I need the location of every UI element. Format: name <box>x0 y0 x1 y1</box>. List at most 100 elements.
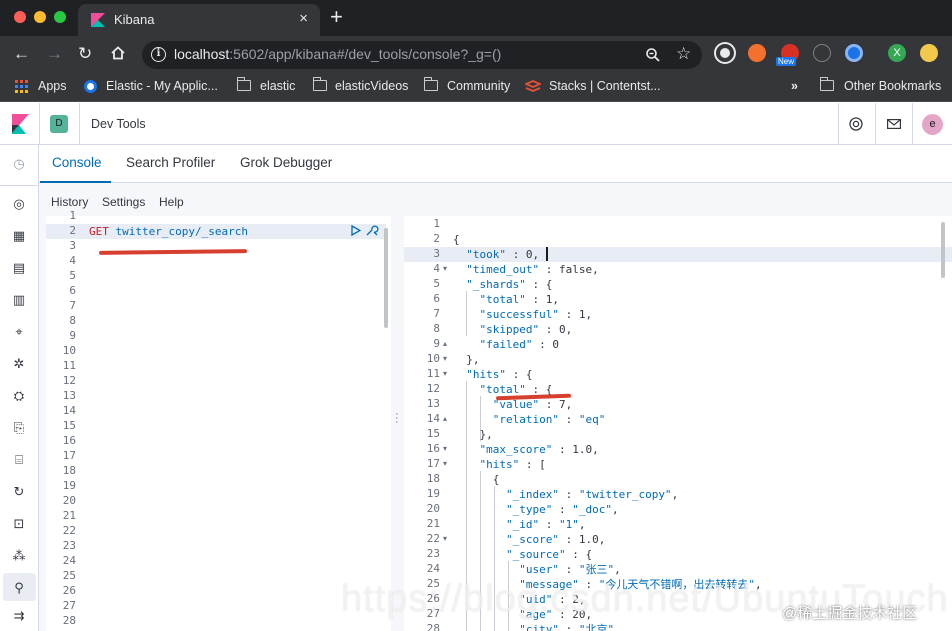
discover-compass-icon[interactable]: ◎ <box>11 196 27 212</box>
line-number: 12 <box>62 374 76 387</box>
ml-icon[interactable]: ✲ <box>11 356 27 372</box>
line-number: 4 <box>69 254 76 267</box>
line-number: 22 <box>62 524 76 537</box>
line-number: 25 <box>62 569 76 582</box>
extension-yellow-icon[interactable] <box>920 44 938 62</box>
extension-orange-icon[interactable] <box>748 44 766 62</box>
fold-toggle-icon[interactable]: ▾ <box>443 369 447 378</box>
bookmark-elasticvideos[interactable]: elasticVideos <box>335 79 408 93</box>
line-number: 18 <box>62 464 76 477</box>
dev-tools-tabs: Console Search Profiler Grok Debugger <box>39 145 952 183</box>
dashboard-icon[interactable]: ▤ <box>11 260 27 276</box>
tab-console[interactable]: Console <box>52 155 102 170</box>
forward-arrow-icon[interactable]: → <box>46 44 63 64</box>
line-number: 22 <box>426 532 440 545</box>
close-window-button[interactable] <box>14 11 26 23</box>
line-number: 5 <box>69 269 76 282</box>
profile-avatar[interactable]: X <box>888 44 906 62</box>
fold-toggle-icon[interactable]: ▾ <box>443 264 447 273</box>
request-settings-wrench-icon[interactable] <box>365 224 379 237</box>
mail-newsfeed-icon[interactable] <box>887 119 901 129</box>
address-bar[interactable]: i localhost:5602/app/kibana#/dev_tools/c… <box>142 41 702 69</box>
fold-toggle-icon[interactable]: ▾ <box>443 534 447 543</box>
response-scrollbar[interactable] <box>941 222 945 278</box>
bookmark-community[interactable]: Community <box>447 79 510 93</box>
visualize-chart-icon[interactable]: ▦ <box>11 228 27 244</box>
bookmark-elastic[interactable]: elastic <box>260 79 295 93</box>
browser-tab-kibana[interactable]: Kibana × <box>78 4 320 36</box>
request-scrollbar[interactable] <box>384 228 388 328</box>
bookmark-apps[interactable]: Apps <box>38 79 67 93</box>
bookmark-stacks[interactable]: Stacks | Contentst... <box>549 79 661 93</box>
user-avatar[interactable]: e <box>922 114 943 135</box>
line-number: 3 <box>433 247 440 260</box>
line-number: 28 <box>62 614 76 627</box>
line-number: 16 <box>426 442 440 455</box>
tab-grok-debugger[interactable]: Grok Debugger <box>240 155 332 170</box>
run-request-play-icon[interactable] <box>351 225 361 236</box>
extension-record-icon[interactable] <box>716 44 734 62</box>
bookmark-elastic-app[interactable]: Elastic - My Applic... <box>106 79 218 93</box>
extension-info-icon[interactable] <box>813 44 831 62</box>
fold-toggle-icon[interactable]: ▾ <box>443 459 447 468</box>
url-text[interactable]: localhost:5602/app/kibana#/dev_tools/con… <box>174 46 501 62</box>
menu-settings[interactable]: Settings <box>102 195 145 209</box>
response-editor[interactable]: 1 2 3 4 5 6 7 8 9 10 11 12 13 14 15 16 17 18 19 20 21 22 23 24 2… <box>404 216 952 631</box>
line-number: 7 <box>69 299 76 312</box>
siem-lock-icon[interactable]: ⊡ <box>11 516 27 532</box>
fold-toggle-icon[interactable]: ▴ <box>443 414 447 423</box>
request-editor[interactable]: 1 2 3 4 5 6 7 8 9 10 11 12 13 14 15 16 17 18 19 20 21 22 23 24 2… <box>46 209 391 631</box>
line-number: 13 <box>426 397 440 410</box>
apm-icon[interactable]: ⌸ <box>11 452 27 468</box>
tab-search-profiler[interactable]: Search Profiler <box>126 155 215 170</box>
dev-tools-wrench-icon[interactable]: ⚲ <box>11 580 27 596</box>
collapse-menu-icon[interactable]: ⇉ <box>11 608 27 624</box>
fold-toggle-icon[interactable]: ▾ <box>443 354 447 363</box>
line-number: 20 <box>426 502 440 515</box>
line-number: 17 <box>62 449 76 462</box>
more-bookmarks-chevron[interactable]: » <box>791 79 798 93</box>
zoom-window-button[interactable] <box>54 11 66 23</box>
site-info-icon[interactable]: i <box>151 47 166 62</box>
bookmark-other[interactable]: Other Bookmarks <box>844 79 941 93</box>
menu-history[interactable]: History <box>51 195 88 209</box>
new-badge: New <box>776 57 797 66</box>
folder-icon <box>236 77 251 91</box>
home-icon[interactable] <box>110 45 126 61</box>
line-number: 7 <box>433 307 440 320</box>
line-number: 10 <box>62 344 76 357</box>
zoom-magnifier-icon[interactable] <box>645 47 661 63</box>
fold-toggle-icon[interactable]: ▴ <box>443 339 447 348</box>
tab-title: Kibana <box>114 12 155 27</box>
line-number: 23 <box>62 539 76 552</box>
uptime-icon[interactable]: ↻ <box>11 484 27 500</box>
line-number: 12 <box>426 382 440 395</box>
bookmark-star-icon[interactable]: ☆ <box>676 44 691 64</box>
extension-blue-icon[interactable] <box>845 44 863 62</box>
menu-help[interactable]: Help <box>159 195 184 209</box>
apps-grid-icon[interactable] <box>15 80 29 94</box>
infrastructure-icon[interactable]: ⛭ <box>11 388 27 404</box>
maps-pin-icon[interactable]: ⌖ <box>11 324 27 340</box>
text-cursor <box>546 247 548 261</box>
canvas-icon[interactable]: ▥ <box>11 292 27 308</box>
close-tab-icon[interactable]: × <box>299 10 308 27</box>
recent-clock-icon[interactable]: ◷ <box>11 156 27 172</box>
line-number: 9 <box>433 337 440 350</box>
new-tab-button[interactable]: + <box>330 5 343 29</box>
request-line[interactable]: GET twitter_copy/_search <box>89 224 248 239</box>
minimize-window-button[interactable] <box>34 11 46 23</box>
fold-toggle-icon[interactable]: ▾ <box>443 444 447 453</box>
back-arrow-icon[interactable]: ← <box>13 44 30 64</box>
line-number: 21 <box>62 509 76 522</box>
bookmarks-bar: Apps Elastic - My Applic... elastic elas… <box>0 72 952 102</box>
resize-handle-icon[interactable]: · · · <box>395 409 399 428</box>
logs-icon[interactable]: ⎘ <box>11 420 27 436</box>
line-number: 1 <box>69 209 76 222</box>
help-lifebuoy-icon[interactable] <box>849 117 863 131</box>
line-number: 21 <box>426 517 440 530</box>
space-avatar[interactable]: D <box>50 115 68 133</box>
graph-icon[interactable]: ⁂ <box>11 548 27 564</box>
reload-icon[interactable]: ↻ <box>78 44 92 64</box>
kibana-logo-icon[interactable] <box>12 114 29 134</box>
